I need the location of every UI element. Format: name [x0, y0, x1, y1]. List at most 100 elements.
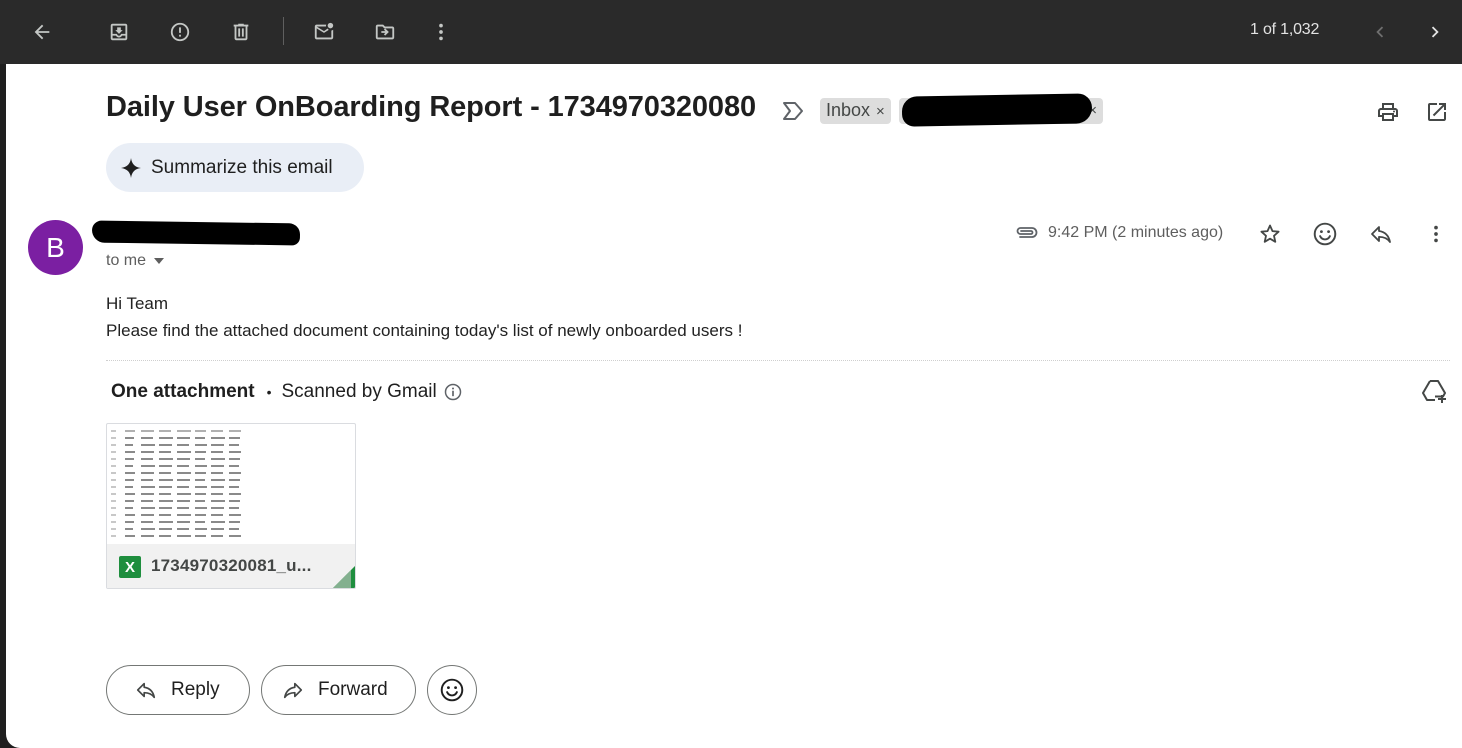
more-vert-icon: [1434, 225, 1438, 243]
summarize-email-button[interactable]: Summarize this email: [106, 143, 364, 192]
chevron-right-icon: [1431, 26, 1439, 38]
thumbnail-cell: [141, 465, 155, 467]
thumbnail-cell: [159, 430, 171, 432]
thumbnail-row-number: [111, 458, 116, 460]
thumbnail-cell: [125, 514, 135, 516]
thumbnail-cell: [141, 437, 153, 439]
thumbnail-row: [111, 479, 240, 486]
thumbnail-cell: [195, 465, 207, 467]
thumbnail-cell: [159, 437, 173, 439]
reply-button[interactable]: Reply: [106, 665, 250, 715]
thumbnail-cell: [229, 430, 241, 432]
thumbnail-cell: [125, 430, 135, 432]
thumbnail-row: [111, 458, 240, 465]
thumbnail-cell: [177, 472, 191, 474]
thumbnail-cell: [125, 535, 135, 537]
thumbnail-cell: [177, 451, 191, 453]
back-button[interactable]: [24, 14, 60, 50]
thumbnail-cell: [159, 528, 172, 530]
thumbnail-row-number: [111, 500, 116, 502]
thumbnail-cell: [211, 535, 223, 537]
email-timestamp: 9:42 PM (2 minutes ago): [1048, 224, 1224, 241]
thumbnail-row: [111, 521, 240, 528]
forward-icon: [283, 682, 303, 699]
thumbnail-cell: [229, 479, 240, 481]
thumbnail-cell: [195, 458, 205, 460]
thumbnail-cell: [159, 458, 173, 460]
thumbnail-row-number: [111, 451, 116, 453]
thumbnail-cell: [141, 514, 154, 516]
mark-unread-button[interactable]: [306, 14, 342, 50]
thumbnail-row: [111, 437, 240, 444]
thumbnail-cell: [177, 528, 189, 530]
move-to-icon: [375, 24, 395, 40]
thumbnail-cell: [229, 493, 241, 495]
print-all-button[interactable]: [1372, 96, 1404, 128]
thumbnail-row-number: [111, 444, 116, 446]
react-emoji-button[interactable]: [427, 665, 477, 715]
thumbnail-cell: [229, 465, 239, 467]
sparkle-icon: [121, 157, 141, 178]
thumbnail-cell: [195, 472, 206, 474]
body-line: Hi Team: [106, 294, 169, 313]
sender-avatar[interactable]: B: [28, 220, 83, 275]
thumbnail-cell: [211, 451, 223, 453]
thumbnail-cell: [159, 479, 173, 481]
thumbnail-row-number: [111, 479, 116, 481]
importance-marker-icon[interactable]: [782, 101, 804, 121]
thumbnail-cell: [177, 486, 189, 488]
thumbnail-cell: [211, 437, 225, 439]
thumbnail-cell: [195, 486, 207, 488]
thumbnail-row-number: [111, 430, 116, 432]
thumbnail-cell: [211, 493, 223, 495]
thumbnail-cell: [177, 465, 189, 467]
attachment-footer: X 1734970320081_u...: [107, 544, 355, 588]
report-spam-button[interactable]: [162, 14, 198, 50]
older-email-button[interactable]: [1417, 14, 1453, 50]
emoji-icon: [1313, 222, 1337, 246]
more-options-button[interactable]: [423, 14, 459, 50]
thumbnail-cell: [229, 437, 240, 439]
info-icon[interactable]: [443, 382, 463, 402]
thumbnail-cell: [141, 444, 155, 446]
reply-icon: [1371, 226, 1391, 243]
thumbnail-cell: [141, 479, 153, 481]
star-icon: [1260, 224, 1280, 243]
thumbnail-cell: [195, 451, 206, 453]
thumbnail-cell: [211, 486, 224, 488]
thumbnail-cell: [125, 479, 134, 481]
attachment-header: One attachment • Scanned by Gmail: [111, 381, 463, 403]
archive-button[interactable]: [101, 14, 137, 50]
add-reaction-button[interactable]: [1308, 217, 1342, 251]
label-chip-inbox[interactable]: Inbox ×: [820, 98, 891, 124]
thumbnail-cell: [141, 472, 154, 474]
attachment-clip-icon: [1016, 227, 1038, 238]
delete-button[interactable]: [223, 14, 259, 50]
thumbnail-cell: [177, 500, 190, 502]
thumbnail-cell: [125, 458, 134, 460]
thumbnail-row: [111, 500, 240, 507]
thumbnail-cell: [211, 472, 223, 474]
recipient-details-toggle[interactable]: to me: [106, 252, 165, 270]
pagination-counter: 1 of 1,032: [1250, 21, 1320, 38]
thumbnail-cell: [125, 507, 133, 509]
forward-button[interactable]: Forward: [261, 665, 416, 715]
attachment-card[interactable]: X 1734970320081_u...: [106, 423, 356, 589]
thumbnail-cell: [229, 514, 241, 516]
star-button[interactable]: [1253, 217, 1287, 251]
email-body: Hi Team Please find the attached documen…: [106, 290, 742, 344]
move-to-button[interactable]: [367, 14, 403, 50]
thumbnail-cell: [229, 458, 240, 460]
attachment-filename: 1734970320081_u...: [151, 556, 312, 575]
thumbnail-cell: [141, 486, 155, 488]
thumbnail-cell: [195, 521, 205, 523]
open-new-window-button[interactable]: [1421, 96, 1453, 128]
newer-email-button[interactable]: [1362, 14, 1398, 50]
message-more-button[interactable]: [1419, 217, 1453, 251]
thumbnail-cell: [125, 521, 134, 523]
email-subject: Daily User OnBoarding Report - 173497032…: [106, 91, 756, 123]
reply-icon-button[interactable]: [1364, 217, 1398, 251]
remove-label-button[interactable]: ×: [876, 100, 885, 124]
add-to-drive-icon[interactable]: [1421, 379, 1449, 405]
thumbnail-cell: [177, 458, 190, 460]
